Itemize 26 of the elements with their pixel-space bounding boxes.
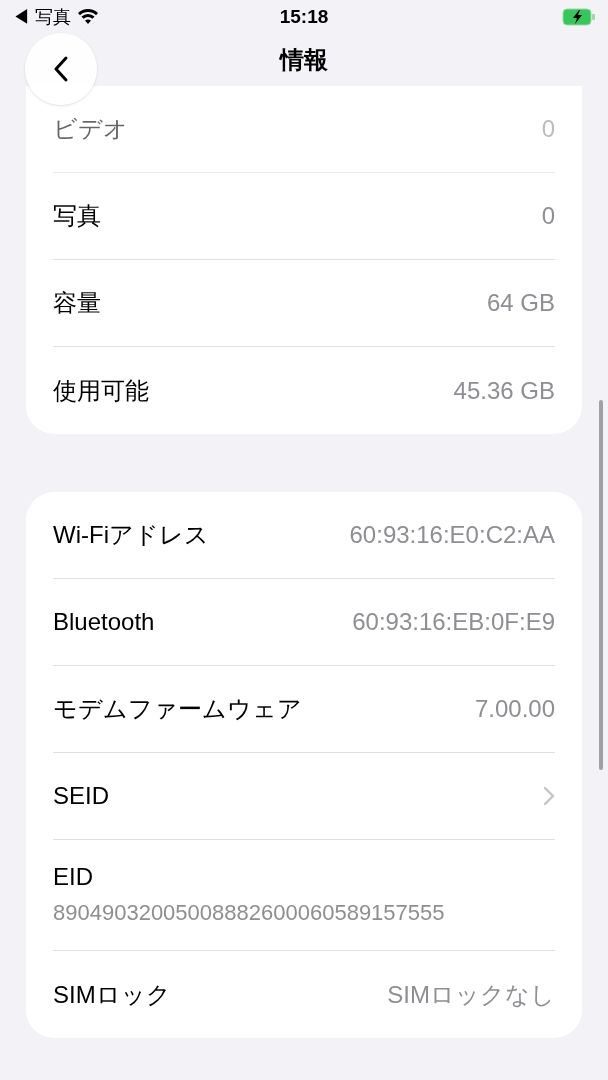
row-label: SEID [53, 781, 109, 811]
row-label: 容量 [53, 288, 101, 318]
row-value: 60:93:16:E0:C2:AA [349, 520, 555, 550]
battery-charging-icon [562, 8, 596, 26]
row-label: ビデオ [53, 114, 128, 144]
row-label: Wi-Fiアドレス [53, 520, 209, 550]
status-time: 15:18 [279, 4, 329, 29]
row-value: 0 [541, 201, 555, 231]
row-label: 写真 [53, 201, 101, 231]
page-title: 情報 [280, 45, 328, 75]
row-label: EID [53, 862, 94, 892]
back-to-app-link[interactable]: ◀ 写真 [12, 3, 71, 31]
chevron-right-icon[interactable] [543, 786, 555, 806]
row-value: 7.00.00 [474, 694, 555, 724]
row-label: Bluetooth [53, 607, 155, 637]
row-label: モデムファームウェア [53, 694, 302, 724]
row-label: SIMロック [53, 979, 171, 1010]
row-value: 0 [541, 114, 555, 144]
row-value: 89049032005008882600060589157555 [53, 899, 446, 927]
row-label: 使用可能 [53, 375, 149, 406]
row-value: 45.36 GB [453, 375, 555, 406]
row-value: 60:93:16:EB:0F:E9 [352, 607, 555, 637]
row-value: SIMロックなし [387, 979, 555, 1010]
chevron-left-icon [53, 55, 69, 83]
wifi-icon [77, 9, 99, 25]
row-value: 64 GB [486, 288, 555, 318]
